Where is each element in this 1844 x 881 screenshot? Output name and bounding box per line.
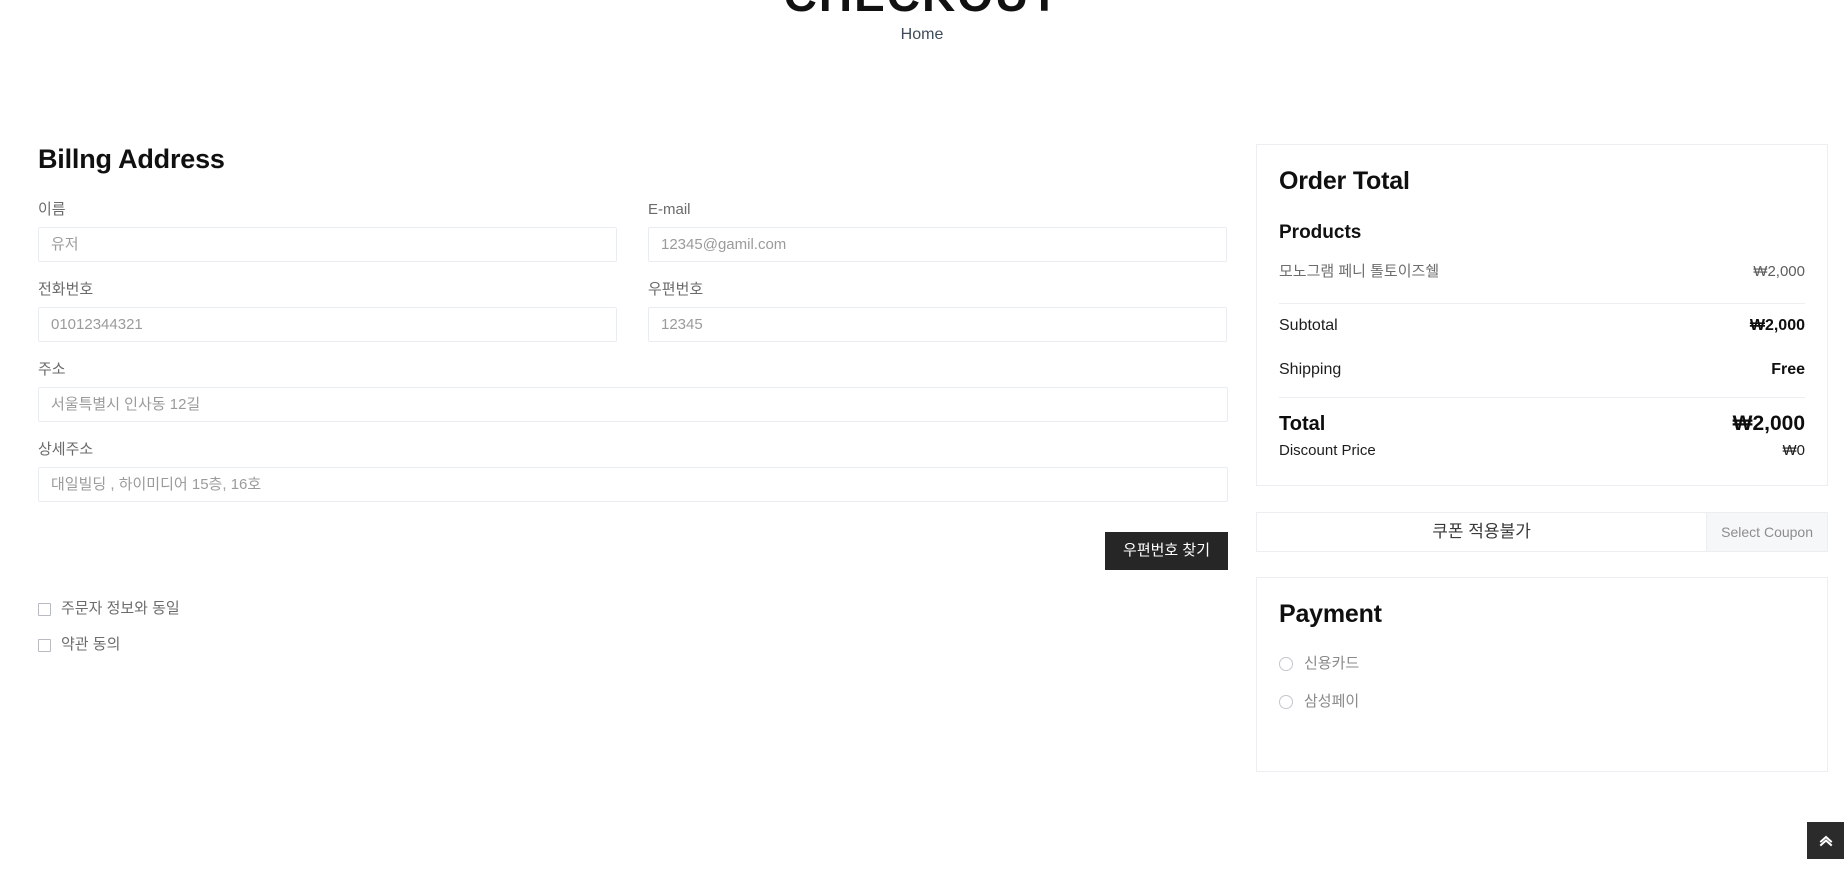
coupon-row: Select Coupon xyxy=(1256,512,1828,552)
checkbox-row-same-as-orderer[interactable]: 주문자 정보와 동일 xyxy=(38,600,1228,618)
payment-title: Payment xyxy=(1279,600,1382,628)
summary-row-shipping: Shipping Free xyxy=(1279,348,1805,392)
field-address-detail: 상세주소 xyxy=(38,441,1228,502)
email-input[interactable] xyxy=(648,227,1227,262)
scroll-to-top-button[interactable] xyxy=(1807,822,1844,859)
summary-label-shipping: Shipping xyxy=(1279,361,1342,378)
postcode-input[interactable] xyxy=(648,307,1227,342)
discount-label: Discount Price xyxy=(1279,442,1376,459)
billing-address-section: Billng Address 이름 E-mail 전화번호 우편번호 주소 xyxy=(38,144,1228,672)
checkbox-row-terms-agree[interactable]: 약관 동의 xyxy=(38,636,1228,654)
page-header: CHECKOUT Home xyxy=(0,0,1844,44)
field-address: 주소 xyxy=(38,361,1228,422)
total-value: ₩2,000 xyxy=(1732,412,1805,435)
checkbox-icon-terms-agree[interactable] xyxy=(38,638,51,652)
field-postcode: 우편번호 xyxy=(648,281,1227,342)
product-price: ₩2,000 xyxy=(1753,263,1805,280)
field-name: 이름 xyxy=(38,201,617,262)
breadcrumb-link-home[interactable]: Home xyxy=(901,26,944,43)
radio-icon-credit-card[interactable] xyxy=(1279,657,1293,671)
billing-address-heading: Billng Address xyxy=(38,144,225,174)
address-input[interactable] xyxy=(38,387,1228,422)
products-heading: Products xyxy=(1279,222,1362,243)
double-chevron-up-icon xyxy=(1818,833,1834,849)
billing-form: 이름 E-mail 전화번호 우편번호 주소 상세주소 xyxy=(38,201,1228,521)
select-coupon-button[interactable]: Select Coupon xyxy=(1706,513,1827,551)
payment-panel: Payment 신용카드 삼성페이 xyxy=(1256,577,1828,772)
discount-value: ₩0 xyxy=(1782,442,1806,459)
checkbox-label-terms-agree: 약관 동의 xyxy=(61,636,121,653)
field-label-address-detail: 상세주소 xyxy=(38,441,94,458)
order-total-title: Order Total xyxy=(1279,167,1410,195)
order-total-panel: Order Total Products 모노그램 페니 톨토이즈쉘 ₩2,00… xyxy=(1256,144,1828,486)
radio-icon-samsung-pay[interactable] xyxy=(1279,695,1293,709)
discount-row: Discount Price ₩0 xyxy=(1279,442,1805,463)
field-label-phone: 전화번호 xyxy=(38,281,94,298)
summary-label-subtotal: Subtotal xyxy=(1279,317,1338,334)
find-postcode-row: 우편번호 찾기 xyxy=(38,532,1228,570)
checkbox-label-same-as-orderer: 주문자 정보와 동일 xyxy=(61,600,180,617)
payment-option-samsung-pay[interactable]: 삼성페이 xyxy=(1279,693,1805,711)
phone-input[interactable] xyxy=(38,307,617,342)
field-label-name: 이름 xyxy=(38,201,66,218)
find-postcode-button[interactable]: 우편번호 찾기 xyxy=(1105,532,1228,570)
field-label-postcode: 우편번호 xyxy=(648,281,704,298)
summary-value-subtotal: ₩2,000 xyxy=(1749,317,1805,334)
payment-option-credit-card[interactable]: 신용카드 xyxy=(1279,655,1805,673)
breadcrumb: Home xyxy=(0,26,1844,44)
address-detail-input[interactable] xyxy=(38,467,1228,502)
name-input[interactable] xyxy=(38,227,617,262)
field-label-address: 주소 xyxy=(38,361,66,378)
main-layout: Billng Address 이름 E-mail 전화번호 우편번호 주소 xyxy=(0,144,1844,772)
payment-label-samsung-pay: 삼성페이 xyxy=(1304,693,1360,710)
summary-row-subtotal: Subtotal ₩2,000 xyxy=(1279,304,1805,348)
field-email: E-mail xyxy=(648,201,1227,262)
field-phone: 전화번호 xyxy=(38,281,617,342)
payment-label-credit-card: 신용카드 xyxy=(1304,655,1360,672)
checkbox-icon-same-as-orderer[interactable] xyxy=(38,602,51,616)
total-label: Total xyxy=(1279,413,1326,435)
product-name: 모노그램 페니 톨토이즈쉘 xyxy=(1279,263,1440,280)
field-label-email: E-mail xyxy=(648,201,691,218)
summary-value-shipping: Free xyxy=(1771,361,1805,378)
order-sidebar: Order Total Products 모노그램 페니 톨토이즈쉘 ₩2,00… xyxy=(1256,144,1828,772)
coupon-input[interactable] xyxy=(1257,513,1707,551)
product-row: 모노그램 페니 톨토이즈쉘 ₩2,000 xyxy=(1279,260,1805,304)
page-title: CHECKOUT xyxy=(0,0,1844,18)
billing-checkbox-list: 주문자 정보와 동일 약관 동의 xyxy=(38,600,1228,654)
total-row: Total ₩2,000 xyxy=(1279,398,1805,442)
